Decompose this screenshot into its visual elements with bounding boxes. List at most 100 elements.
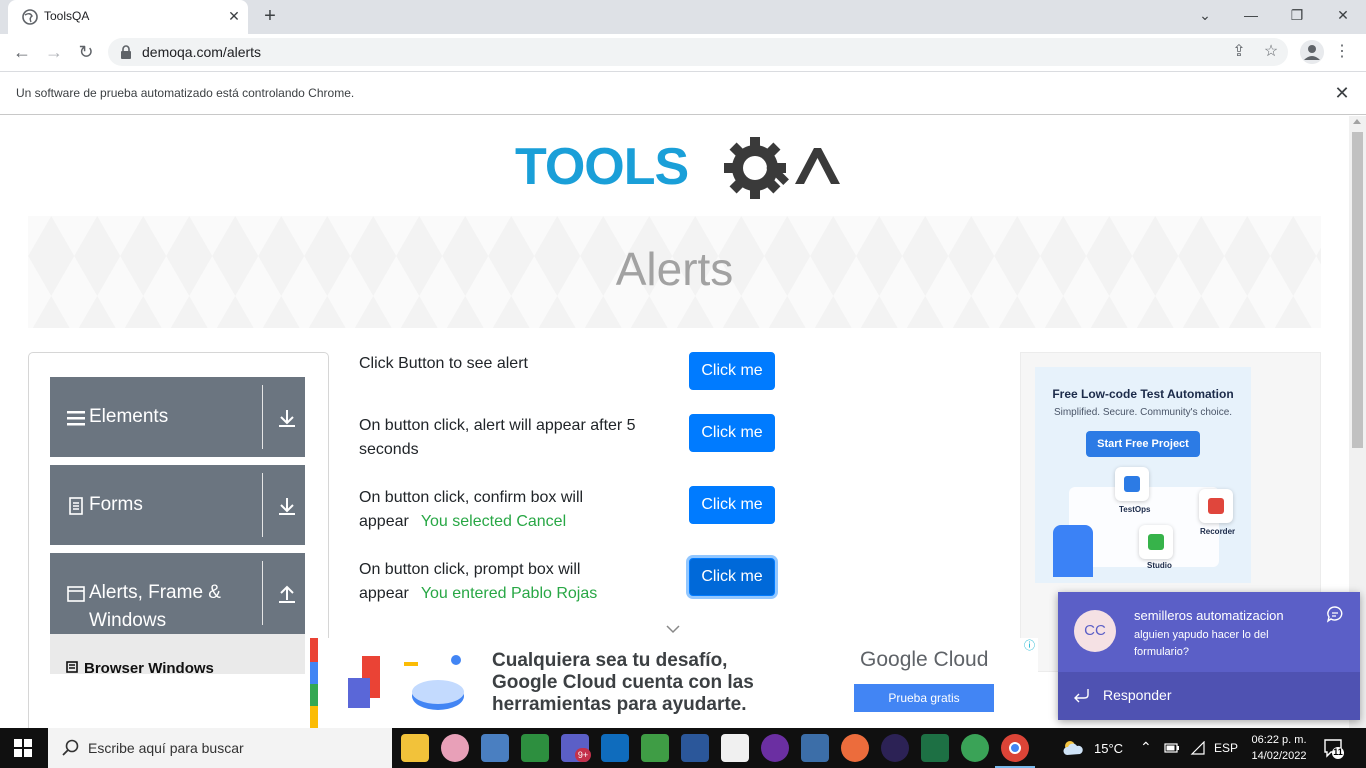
address-bar[interactable]: demoqa.com/alerts ⇪ ☆ bbox=[108, 38, 1288, 66]
adchoices-icon[interactable]: ⓘ bbox=[1024, 640, 1036, 652]
taskbar-clock[interactable]: 06:22 p. m. 14/02/2022 bbox=[1240, 732, 1318, 764]
teams-icon[interactable]: 9+ bbox=[561, 734, 591, 762]
tab-close-icon[interactable]: ✕ bbox=[224, 6, 244, 26]
reload-button[interactable]: ↻ bbox=[72, 38, 100, 66]
paint-icon[interactable] bbox=[441, 734, 469, 762]
chat-bubble-icon bbox=[1326, 606, 1343, 623]
confirm-row-text: On button click, confirm box will appear… bbox=[359, 486, 583, 534]
timer-alert-button[interactable]: Click me bbox=[689, 414, 775, 452]
row-text-line: On button click, confirm box will bbox=[359, 489, 584, 506]
confirm-result: You selected Cancel bbox=[420, 513, 567, 530]
page-title: Alerts bbox=[615, 243, 734, 295]
ad-headline: Free Low-code Test Automation bbox=[1052, 387, 1234, 401]
keyboard-language[interactable]: ESP bbox=[1214, 741, 1238, 755]
weather-cloud-icon[interactable] bbox=[1062, 739, 1084, 757]
ad-headline: Cualquiera sea tu desafío, Google Cloud … bbox=[492, 650, 754, 716]
browser-tab[interactable]: ToolsQA ✕ bbox=[8, 0, 248, 34]
eclipse-ide-icon[interactable] bbox=[881, 734, 909, 762]
remote-desktop-icon[interactable] bbox=[481, 734, 509, 762]
sidebar-group-elements[interactable]: Elements bbox=[50, 377, 305, 457]
list-icon bbox=[66, 661, 78, 673]
bottom-ad[interactable]: Cualquiera sea tu desafío, Google Cloud … bbox=[310, 638, 1038, 728]
chrome-icon[interactable] bbox=[1001, 734, 1029, 762]
download-arrow-icon bbox=[279, 498, 295, 515]
bookmark-star-icon[interactable]: ☆ bbox=[1260, 42, 1282, 62]
excel-icon[interactable] bbox=[921, 734, 949, 762]
tab-search-chevron-icon[interactable]: ⌄ bbox=[1182, 0, 1228, 32]
group-divider bbox=[262, 385, 263, 449]
new-tab-button[interactable]: + bbox=[258, 5, 282, 29]
ad-subline: Simplified. Secure. Community's choice. bbox=[1053, 407, 1233, 418]
sidebar-item-browser-windows[interactable]: Browser Windows bbox=[50, 634, 305, 677]
alert-button[interactable]: Click me bbox=[689, 352, 775, 390]
file-explorer-icon[interactable] bbox=[401, 734, 429, 762]
back-button[interactable]: ← bbox=[8, 38, 36, 66]
notification-count: 11 bbox=[1333, 747, 1343, 757]
maps-globe-icon[interactable] bbox=[961, 734, 989, 762]
google-color-stripe bbox=[310, 638, 318, 728]
row-text-line: On button click, prompt box will bbox=[359, 561, 581, 578]
eclipse-app-icon[interactable] bbox=[761, 734, 789, 762]
ad-cta-button[interactable]: Start Free Project bbox=[1086, 431, 1200, 457]
reply-button[interactable]: Responder bbox=[1058, 672, 1360, 720]
left-sidebar: Elements Forms Alerts, Frame & Windows B… bbox=[28, 352, 329, 728]
downloads-app-icon[interactable] bbox=[801, 734, 829, 762]
profile-avatar-icon[interactable] bbox=[1300, 40, 1324, 64]
snipping-tool-icon[interactable] bbox=[641, 734, 669, 762]
testops-badge-icon bbox=[1115, 467, 1149, 501]
confirm-button[interactable]: Click me bbox=[689, 486, 775, 524]
upload-arrow-icon bbox=[279, 585, 295, 603]
media-player-icon[interactable] bbox=[521, 734, 549, 762]
group-divider bbox=[262, 561, 263, 625]
row-text-line: appear bbox=[359, 513, 409, 530]
scroll-up-arrow-icon[interactable] bbox=[1353, 119, 1361, 124]
sidebar-group-forms[interactable]: Forms bbox=[50, 465, 305, 545]
studio-badge-icon bbox=[1139, 525, 1173, 559]
robot-arm-illustration bbox=[1053, 525, 1093, 577]
search-placeholder: Escribe aquí para buscar bbox=[88, 740, 244, 756]
timer-alert-row-text: On button click, alert will appear after… bbox=[359, 414, 636, 462]
group-divider bbox=[262, 473, 263, 537]
lock-icon bbox=[121, 45, 131, 59]
taskbar-search-input[interactable]: Escribe aquí para buscar bbox=[48, 728, 392, 768]
scrollbar-thumb[interactable] bbox=[1352, 132, 1363, 448]
download-arrow-icon bbox=[279, 410, 295, 427]
sidebar-item-label: Browser Windows bbox=[84, 660, 214, 677]
chrome-menu-icon[interactable]: ⋮ bbox=[1334, 38, 1350, 66]
battery-icon[interactable] bbox=[1164, 741, 1180, 755]
chrome-dev-icon[interactable] bbox=[841, 734, 869, 762]
toolsqa-logo[interactable]: TOOLS bbox=[515, 134, 840, 206]
share-icon[interactable]: ⇪ bbox=[1228, 42, 1250, 62]
row-text-line: seconds bbox=[359, 441, 419, 458]
teams-notification[interactable]: CC semilleros automatizacion alguien yap… bbox=[1058, 592, 1360, 720]
reply-arrow-icon bbox=[1074, 689, 1089, 703]
infobar-close-icon[interactable]: ✕ bbox=[1332, 82, 1352, 104]
ad-badge-label: Studio bbox=[1147, 561, 1172, 570]
restore-button[interactable]: ❐ bbox=[1274, 0, 1320, 32]
try-free-button[interactable]: Prueba gratis bbox=[854, 684, 994, 712]
automation-infobar: Un software de prueba automatizado está … bbox=[0, 71, 1366, 115]
close-window-button[interactable]: ✕ bbox=[1320, 0, 1366, 32]
browser-toolbar: ← → ↻ demoqa.com/alerts ⇪ ☆ ⋮ bbox=[0, 34, 1366, 71]
outlook-icon[interactable] bbox=[601, 734, 629, 762]
sidebar-group-label: Elements bbox=[89, 406, 169, 427]
ad-headline-line: Google Cloud cuenta con las bbox=[492, 672, 754, 693]
chevron-down-icon[interactable] bbox=[665, 624, 681, 634]
weather-temperature: 15°C bbox=[1094, 741, 1124, 756]
prompt-row-text: On button click, prompt box will appear Y… bbox=[359, 558, 597, 606]
notepad-icon[interactable] bbox=[721, 734, 749, 762]
ad-headline-line: herramientas para ayudarte. bbox=[492, 694, 747, 715]
browser-titlebar: ToolsQA ✕ + ⌄ — ❐ ✕ bbox=[0, 0, 1366, 34]
windows-start-icon[interactable] bbox=[14, 739, 32, 757]
prompt-button[interactable]: Click me bbox=[689, 558, 775, 596]
wifi-icon[interactable] bbox=[1190, 741, 1206, 755]
minimize-button[interactable]: — bbox=[1228, 0, 1274, 32]
right-ad[interactable]: Free Low-code Test Automation Simplified… bbox=[1035, 367, 1251, 583]
word-icon[interactable] bbox=[681, 734, 709, 762]
url-text: demoqa.com/alerts bbox=[142, 44, 262, 60]
reply-label: Responder bbox=[1103, 687, 1172, 703]
avatar: CC bbox=[1074, 610, 1116, 652]
forward-button[interactable]: → bbox=[40, 38, 68, 66]
tray-chevron-up-icon[interactable]: ⌃ bbox=[1140, 739, 1152, 756]
svg-text:TOOLS: TOOLS bbox=[515, 138, 688, 196]
